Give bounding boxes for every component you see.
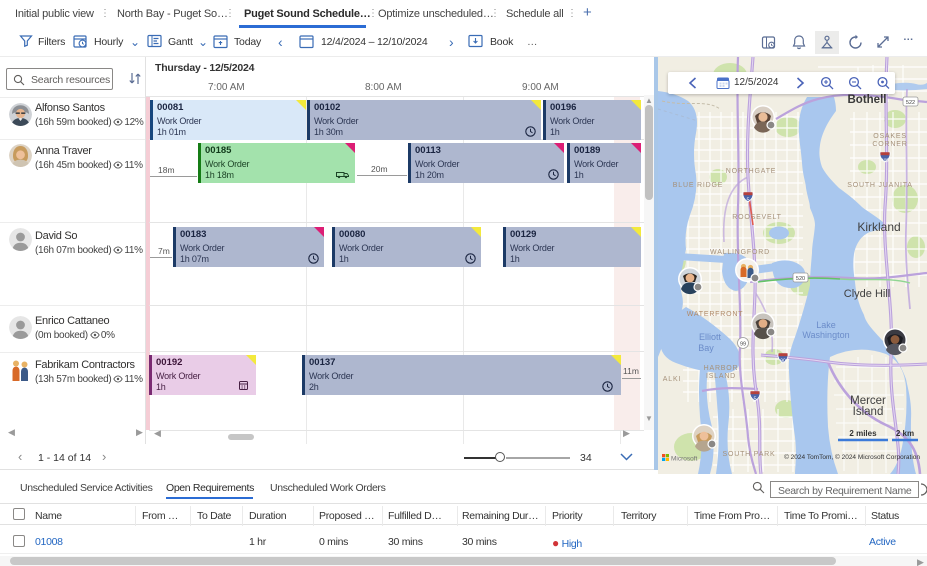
svg-text:Bothell: Bothell: [848, 94, 887, 106]
svg-text:ALKI: ALKI: [663, 376, 681, 383]
svg-text:90: 90: [780, 359, 786, 365]
svg-text:5: 5: [753, 397, 756, 403]
svg-text:OSAKES: OSAKES: [873, 133, 907, 140]
svg-text:© 2024 TomTom, © 2024 Microsof: © 2024 TomTom, © 2024 Microsoft Corporat…: [784, 453, 920, 461]
svg-text:NORTHGATE: NORTHGATE: [726, 168, 777, 175]
svg-text:Clyde Hill: Clyde Hill: [844, 288, 890, 300]
svg-text:ISLAND: ISLAND: [706, 373, 736, 380]
svg-text:Island: Island: [853, 406, 884, 418]
svg-text:2 km: 2 km: [896, 429, 914, 438]
svg-text:520: 520: [796, 276, 805, 282]
svg-text:HARBOR: HARBOR: [704, 365, 739, 372]
svg-text:Washington: Washington: [802, 330, 849, 340]
svg-text:2 miles: 2 miles: [849, 429, 877, 438]
svg-text:SOUTH PARK: SOUTH PARK: [723, 451, 776, 458]
svg-text:405: 405: [881, 158, 889, 163]
svg-text:BLUE RIDGE: BLUE RIDGE: [673, 182, 723, 189]
svg-text:ROOSEVELT: ROOSEVELT: [732, 214, 781, 221]
svg-text:Kirkland: Kirkland: [857, 220, 900, 234]
svg-text:CORNER: CORNER: [872, 141, 907, 148]
svg-text:WALLINGFORD: WALLINGFORD: [710, 249, 770, 256]
svg-text:522: 522: [906, 100, 915, 106]
svg-text:Elliott: Elliott: [699, 332, 722, 342]
svg-text:Bay: Bay: [698, 343, 714, 353]
svg-text:Microsoft: Microsoft: [671, 456, 698, 463]
svg-text:Lake: Lake: [816, 320, 836, 330]
svg-text:SOUTH JUANITA: SOUTH JUANITA: [847, 182, 913, 189]
svg-text:99: 99: [740, 342, 746, 348]
svg-text:WATERFRONT: WATERFRONT: [687, 311, 744, 318]
svg-text:5: 5: [746, 198, 749, 204]
